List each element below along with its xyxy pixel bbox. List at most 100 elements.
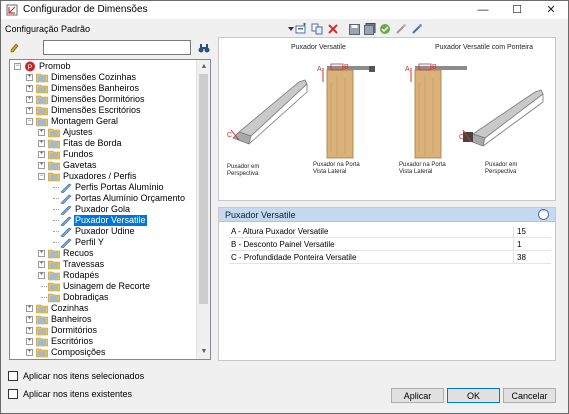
tree-item[interactable]: + Rodapés (10, 270, 197, 281)
tree-vertical-scrollbar[interactable]: ▲ ▼ (196, 60, 210, 359)
cancel-button[interactable]: Cancelar (503, 388, 556, 403)
search-input[interactable] (43, 40, 191, 55)
save-icon[interactable] (348, 23, 360, 35)
expand-node-icon[interactable]: + (26, 327, 33, 334)
folder-icon (48, 128, 60, 138)
property-value[interactable]: 1 (517, 240, 521, 249)
ok-button[interactable]: OK (447, 388, 500, 403)
caption-perspective-right: Puxador em Perspectiva (485, 162, 518, 175)
expand-node-icon[interactable]: + (26, 85, 33, 92)
scroll-thumb[interactable] (199, 74, 208, 304)
tree-item[interactable]: + Ajustes (10, 127, 197, 138)
folder-icon (36, 73, 48, 83)
figure-left-title: Puxador Versatile (291, 44, 346, 51)
tree-item[interactable]: + Gavetas (10, 160, 197, 171)
properties-header[interactable]: Puxador Versatile ˆ (219, 208, 555, 222)
expand-node-icon[interactable]: + (26, 96, 33, 103)
tree-item[interactable]: Puxador Udine (10, 226, 197, 237)
tree-item-label: Dimensões Cozinhas (51, 72, 137, 82)
expand-node-icon[interactable]: + (38, 250, 45, 257)
tree-item-label: Banheiros (51, 314, 92, 324)
pencil-icon[interactable] (9, 42, 19, 54)
property-value[interactable]: 15 (517, 227, 526, 236)
tree-item[interactable]: + Composições (10, 347, 197, 358)
collapse-node-icon[interactable]: − (26, 118, 33, 125)
tree-item[interactable]: − P Promob (10, 61, 197, 72)
tree-item[interactable]: + Fundos (10, 149, 197, 160)
expand-node-icon[interactable]: + (26, 316, 33, 323)
expand-node-icon[interactable]: + (38, 162, 45, 169)
apply-existing-checkbox[interactable] (8, 389, 18, 399)
tree-item[interactable]: Puxador Gola (10, 204, 197, 215)
tree-item[interactable]: + Banheiros (10, 314, 197, 325)
property-row[interactable]: B - Desconto Painel Versatile 1 (229, 239, 551, 251)
toolbar: Configuração Padrão (1, 20, 568, 36)
scroll-down-icon[interactable]: ▼ (197, 345, 210, 359)
property-value[interactable]: 38 (517, 253, 526, 262)
expand-node-icon[interactable]: + (38, 140, 45, 147)
tree-item[interactable]: + Dormitórios (10, 325, 197, 336)
perspective-handle-right (462, 89, 544, 147)
expand-node-icon[interactable]: + (38, 261, 45, 268)
tree-item[interactable]: + Dimensões Cozinhas (10, 72, 197, 83)
expand-node-icon[interactable]: + (38, 151, 45, 158)
expand-node-icon[interactable]: + (26, 74, 33, 81)
folder-icon (36, 315, 48, 325)
expand-node-icon[interactable]: + (26, 107, 33, 114)
apply-selected-checkbox[interactable] (8, 371, 18, 381)
copy-config-icon[interactable] (311, 23, 323, 35)
scroll-up-icon[interactable]: ▲ (197, 60, 210, 74)
add-config-icon[interactable] (295, 23, 307, 35)
expand-node-icon[interactable]: + (26, 349, 33, 356)
export-icon[interactable] (411, 23, 423, 35)
property-divider (513, 239, 514, 251)
collapse-node-icon[interactable]: − (14, 63, 21, 70)
property-row[interactable]: C - Profundidade Ponteira Versatile 38 (229, 252, 551, 264)
tree-item[interactable]: + Dimensões Banheiros (10, 83, 197, 94)
binoculars-icon[interactable] (198, 42, 210, 54)
tree-item[interactable]: Portas Alumínio Orçamento (10, 193, 197, 204)
import-icon[interactable] (395, 23, 407, 35)
tree-item[interactable]: − Puxadores / Perfis (10, 171, 197, 182)
tree-connector (53, 220, 59, 221)
category-tree[interactable]: − P Promob + Dimensões Cozinhas + Dimensões Ba… (9, 59, 211, 360)
tree-item[interactable]: − Montagem Geral (10, 116, 197, 127)
apply-button[interactable]: Aplicar (391, 388, 444, 403)
tree-item-label: Fitas de Borda (63, 138, 122, 148)
apply-config-icon[interactable] (379, 23, 391, 35)
tree-item-label: Puxador Versatile (74, 215, 147, 226)
expand-node-icon[interactable]: + (38, 129, 45, 136)
caption-side-left: Puxador na Porta Vista Lateral (313, 162, 360, 175)
tree-item[interactable]: + Recuos (10, 248, 197, 259)
tree-item[interactable]: + Dimensões Escritórios (10, 105, 197, 116)
tree-item[interactable]: Puxador Versatile (10, 215, 197, 226)
delete-icon[interactable] (327, 23, 339, 35)
tree-item[interactable]: Usinagem de Recorte (10, 281, 197, 292)
expand-node-icon[interactable]: + (38, 272, 45, 279)
maximize-button[interactable]: ☐ (500, 1, 534, 19)
tree-item[interactable]: Dobradiças (10, 292, 197, 303)
property-row[interactable]: A - Altura Puxador Versatile 15 (229, 226, 551, 238)
collapse-node-icon[interactable]: − (38, 173, 45, 180)
minimize-button[interactable]: — (466, 1, 500, 19)
configurator-window: Configurador de Dimensões — ☐ ✕ Configur… (0, 0, 569, 414)
tree-item-label: Portas Alumínio Orçamento (75, 193, 186, 203)
tree-item[interactable]: + Fitas de Borda (10, 138, 197, 149)
label-a-left: A (317, 66, 322, 73)
tree-item-label: Promob (39, 61, 71, 71)
tree-item[interactable]: Perfil Y (10, 237, 197, 248)
tree-item[interactable]: +Dimensões Painéis (Tampos/Tamburatos) (10, 358, 197, 359)
label-c-left: C (227, 132, 233, 139)
close-button[interactable]: ✕ (534, 1, 568, 19)
tree-item[interactable]: + Cozinhas (10, 303, 197, 314)
tree-connector (53, 198, 59, 199)
tree-item[interactable]: + Travessas (10, 259, 197, 270)
promob-icon: P (25, 61, 35, 72)
collapse-icon[interactable]: ˆ (538, 209, 549, 220)
tree-item[interactable]: + Dimensões Dormitórios (10, 94, 197, 105)
expand-node-icon[interactable]: + (26, 305, 33, 312)
tree-item[interactable]: Perfis Portas Alumínio (10, 182, 197, 193)
expand-node-icon[interactable]: + (26, 338, 33, 345)
tree-item[interactable]: + Escritórios (10, 336, 197, 347)
save-all-icon[interactable] (364, 23, 376, 35)
